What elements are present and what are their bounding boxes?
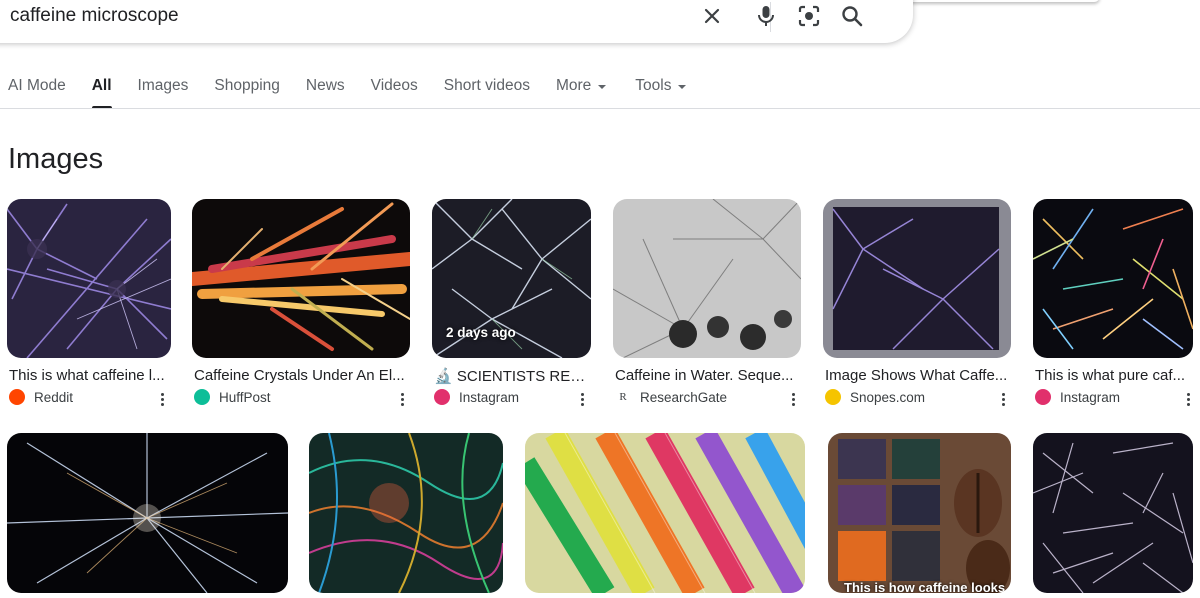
image-thumbnail[interactable]: 2 days ago xyxy=(432,199,591,358)
image-title[interactable]: Caffeine Crystals Under An El... xyxy=(194,367,408,384)
source-name: Instagram xyxy=(1060,389,1121,405)
snopes-icon xyxy=(825,389,841,405)
panel-shadow-edge xyxy=(900,0,1100,2)
image-title[interactable]: Caffeine in Water. Seque... xyxy=(615,367,799,384)
time-badge: 2 days ago xyxy=(446,325,516,340)
image-thumbnail[interactable] xyxy=(1033,199,1193,358)
source-name: ResearchGate xyxy=(640,389,728,405)
tab-short-videos[interactable]: Short videos xyxy=(444,75,530,109)
image-title[interactable]: 🔬 SCIENTISTS REV... xyxy=(434,367,589,385)
tab-label: All xyxy=(91,77,112,94)
reddit-icon xyxy=(9,389,25,405)
source-name: Snopes.com xyxy=(850,389,926,405)
image-result[interactable]: Caffeine Crystals Under An El... HuffPos… xyxy=(192,199,410,414)
search-input[interactable]: caffeine microscope xyxy=(10,5,179,27)
image-source[interactable]: Reddit xyxy=(9,389,73,405)
researchgate-icon: R xyxy=(615,389,631,405)
lens-icon[interactable] xyxy=(796,3,822,29)
more-options-icon[interactable] xyxy=(157,391,167,407)
image-title[interactable]: Image Shows What Caffe... xyxy=(825,367,1009,384)
chevron-down-icon xyxy=(678,85,687,89)
chevron-down-icon xyxy=(598,85,607,89)
tab-label: Images xyxy=(137,77,189,94)
instagram-icon xyxy=(434,389,450,405)
search-bar: caffeine microscope xyxy=(0,0,913,43)
tab-all[interactable]: All xyxy=(91,75,112,109)
tab-label: Shopping xyxy=(214,77,280,94)
tab-label: More xyxy=(555,77,592,94)
image-thumbnail[interactable] xyxy=(309,433,503,593)
image-result[interactable]: This is what pure caf... Instagram xyxy=(1033,199,1193,414)
image-result[interactable]: Image Shows What Caffe... Snopes.com xyxy=(823,199,1011,414)
tab-label: Videos xyxy=(370,77,418,94)
instagram-icon xyxy=(1035,389,1051,405)
image-title[interactable]: This is what pure caf... xyxy=(1035,367,1191,384)
image-thumbnail[interactable] xyxy=(613,199,801,358)
image-source[interactable]: Instagram xyxy=(1035,389,1120,405)
more-options-icon[interactable] xyxy=(788,391,798,407)
image-thumbnail[interactable] xyxy=(823,199,1011,358)
image-source[interactable]: Snopes.com xyxy=(825,389,925,405)
tab-label: Short videos xyxy=(443,77,530,94)
tabs-divider xyxy=(0,108,1200,109)
tab-tools[interactable]: Tools xyxy=(635,75,687,109)
image-thumbnail[interactable]: This is how caffeine looks xyxy=(828,433,1011,593)
image-thumbnail[interactable] xyxy=(525,433,805,593)
image-caption: This is how caffeine looks xyxy=(844,580,1006,593)
search-icon[interactable] xyxy=(839,3,865,29)
image-result[interactable]: This is what caffeine l... Reddit xyxy=(7,199,171,414)
image-title-text: SCIENTISTS REV... xyxy=(456,368,589,385)
tab-more[interactable]: More xyxy=(555,75,607,109)
source-name: HuffPost xyxy=(219,389,271,405)
image-source[interactable]: HuffPost xyxy=(194,389,271,405)
image-thumbnail[interactable] xyxy=(7,433,288,593)
more-options-icon[interactable] xyxy=(397,391,407,407)
more-options-icon[interactable] xyxy=(998,391,1008,407)
image-result[interactable]: 2 days ago 🔬 SCIENTISTS REV... Instagram xyxy=(432,199,591,414)
source-name: Reddit xyxy=(34,389,74,405)
microscope-emoji-icon: 🔬 xyxy=(434,368,453,385)
search-tabs: AI Mode All Images Shopping News Videos … xyxy=(8,75,712,109)
image-thumbnail[interactable] xyxy=(192,199,410,358)
image-source[interactable]: Instagram xyxy=(434,389,519,405)
image-result[interactable]: Caffeine in Water. Seque... R ResearchGa… xyxy=(613,199,801,414)
tab-label: News xyxy=(305,77,345,94)
tab-videos[interactable]: Videos xyxy=(371,75,418,109)
tab-news[interactable]: News xyxy=(306,75,345,109)
close-icon[interactable] xyxy=(699,3,725,29)
huffpost-icon xyxy=(194,389,210,405)
tab-images[interactable]: Images xyxy=(138,75,189,109)
image-source[interactable]: R ResearchGate xyxy=(615,389,727,405)
image-thumbnail[interactable] xyxy=(7,199,171,358)
tab-label: Tools xyxy=(635,77,672,94)
section-title: Images xyxy=(8,143,104,175)
more-options-icon[interactable] xyxy=(1183,391,1193,407)
source-name: Instagram xyxy=(459,389,520,405)
tab-ai-mode[interactable]: AI Mode xyxy=(8,75,66,109)
tab-shopping[interactable]: Shopping xyxy=(214,75,280,109)
image-title[interactable]: This is what caffeine l... xyxy=(9,367,169,384)
microphone-icon[interactable] xyxy=(753,3,779,29)
more-options-icon[interactable] xyxy=(577,391,587,407)
tab-label: AI Mode xyxy=(8,77,66,94)
image-thumbnail[interactable] xyxy=(1033,433,1193,593)
